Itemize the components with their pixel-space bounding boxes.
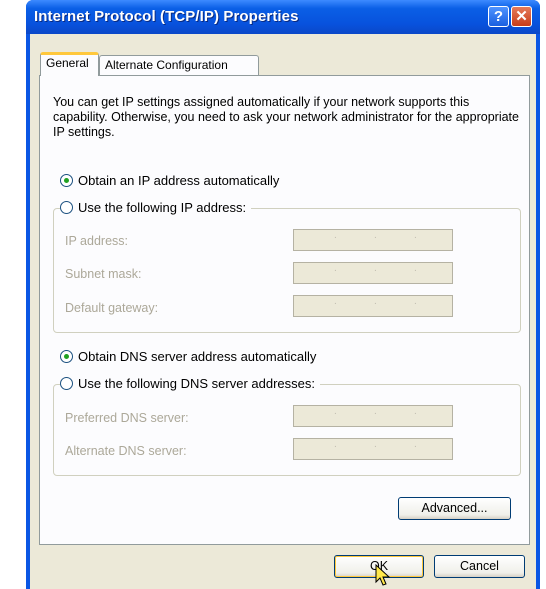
alternate-dns-field[interactable]: ... [293, 438, 453, 460]
title-bar[interactable]: Internet Protocol (TCP/IP) Properties ? … [26, 0, 540, 34]
tab-alternate-configuration[interactable]: Alternate Configuration [99, 55, 259, 75]
octet-separator: . [414, 439, 417, 450]
general-tab-panel: You can get IP settings assigned automat… [39, 75, 530, 545]
help-icon: ? [493, 8, 504, 25]
ip-address-label: IP address: [65, 234, 129, 248]
use-following-dns-option[interactable]: Use the following DNS server addresses: [60, 376, 320, 391]
octet-separator: . [334, 230, 337, 241]
ip-address-field[interactable]: ... [293, 229, 453, 251]
obtain-dns-auto-label: Obtain DNS server address automatically [78, 349, 317, 364]
octet-separator: . [334, 296, 337, 307]
default-gateway-label: Default gateway: [65, 301, 159, 315]
cancel-button[interactable]: Cancel [434, 555, 525, 578]
tcpip-properties-dialog: Internet Protocol (TCP/IP) Properties ? … [26, 0, 540, 589]
dialog-client-area: General Alternate Configuration You can … [30, 34, 536, 589]
obtain-ip-auto-radio[interactable] [60, 174, 73, 187]
octet-separator: . [334, 406, 337, 417]
close-button[interactable]: ✕ [511, 6, 532, 27]
default-gateway-field[interactable]: ... [293, 295, 453, 317]
use-following-dns-radio[interactable] [60, 377, 73, 390]
window-title: Internet Protocol (TCP/IP) Properties [34, 8, 299, 25]
octet-separator: . [374, 439, 377, 450]
dns-server-group [53, 384, 521, 476]
obtain-ip-auto-option[interactable]: Obtain an IP address automatically [60, 173, 285, 188]
octet-separator: . [374, 230, 377, 241]
octet-separator: . [414, 296, 417, 307]
use-following-ip-option[interactable]: Use the following IP address: [60, 200, 252, 215]
subnet-mask-label: Subnet mask: [65, 267, 142, 281]
obtain-dns-auto-radio[interactable] [60, 350, 73, 363]
octet-separator: . [374, 406, 377, 417]
intro-text: You can get IP settings assigned automat… [53, 95, 519, 139]
obtain-ip-auto-label: Obtain an IP address automatically [78, 173, 280, 188]
use-following-ip-radio[interactable] [60, 201, 73, 214]
octet-separator: . [414, 406, 417, 417]
octet-separator: . [374, 296, 377, 307]
obtain-dns-auto-option[interactable]: Obtain DNS server address automatically [60, 349, 322, 364]
advanced-button[interactable]: Advanced... [398, 497, 511, 520]
octet-separator: . [334, 263, 337, 274]
close-icon: ✕ [515, 8, 528, 25]
use-following-dns-label: Use the following DNS server addresses: [78, 376, 315, 391]
preferred-dns-field[interactable]: ... [293, 405, 453, 427]
use-following-ip-label: Use the following IP address: [78, 200, 247, 215]
octet-separator: . [414, 230, 417, 241]
subnet-mask-field[interactable]: ... [293, 262, 453, 284]
octet-separator: . [414, 263, 417, 274]
octet-separator: . [374, 263, 377, 274]
help-button[interactable]: ? [488, 6, 509, 27]
octet-separator: . [334, 439, 337, 450]
mouse-pointer-icon [375, 564, 391, 586]
alternate-dns-label: Alternate DNS server: [65, 444, 187, 458]
preferred-dns-label: Preferred DNS server: [65, 411, 189, 425]
tab-general[interactable]: General [40, 52, 99, 76]
